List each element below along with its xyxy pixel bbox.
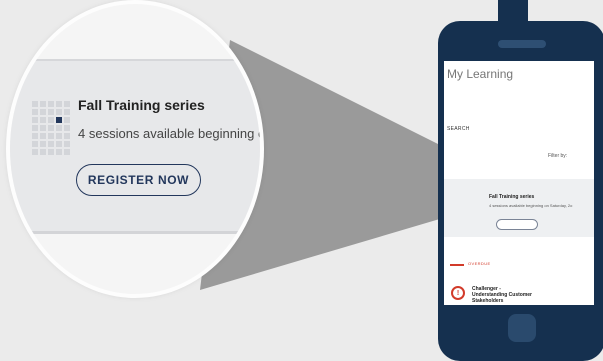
zoom-event-card: Fall Training series 4 sessions availabl… bbox=[10, 59, 260, 234]
search-link[interactable]: SEARCH bbox=[447, 126, 470, 132]
phone-event-subtitle: 4 sessions available beginning on Saturd… bbox=[489, 203, 573, 208]
filter-dropdown[interactable]: Filter by: bbox=[548, 153, 567, 159]
register-now-button[interactable]: REGISTER NOW bbox=[76, 164, 201, 196]
zoom-magnifier: Fall Training series 4 sessions availabl… bbox=[10, 4, 260, 294]
phone-screen: My Learning SEARCH Filter by: Fall Train… bbox=[444, 61, 594, 305]
event-subtitle: 4 sessions available beginning on Sa bbox=[78, 126, 260, 141]
overdue-marker bbox=[450, 264, 464, 266]
phone-event-card: Fall Training series 4 sessions availabl… bbox=[444, 179, 594, 237]
course-title-line3: Stakeholders bbox=[472, 298, 504, 304]
phone: My Learning SEARCH Filter by: Fall Train… bbox=[438, 21, 603, 361]
phone-event-title: Fall Training series bbox=[489, 194, 535, 200]
event-title: Fall Training series bbox=[78, 97, 205, 113]
phone-speaker bbox=[498, 40, 546, 48]
home-button[interactable] bbox=[508, 314, 536, 342]
screen-title: My Learning bbox=[447, 67, 514, 81]
course-status-icon: ! bbox=[451, 286, 465, 300]
phone-register-button[interactable] bbox=[496, 219, 538, 230]
calendar-pattern-icon bbox=[32, 101, 70, 155]
course-title[interactable]: Challenger - Understanding Customer Stak… bbox=[472, 286, 582, 304]
overdue-label: OVERDUE bbox=[468, 261, 491, 266]
